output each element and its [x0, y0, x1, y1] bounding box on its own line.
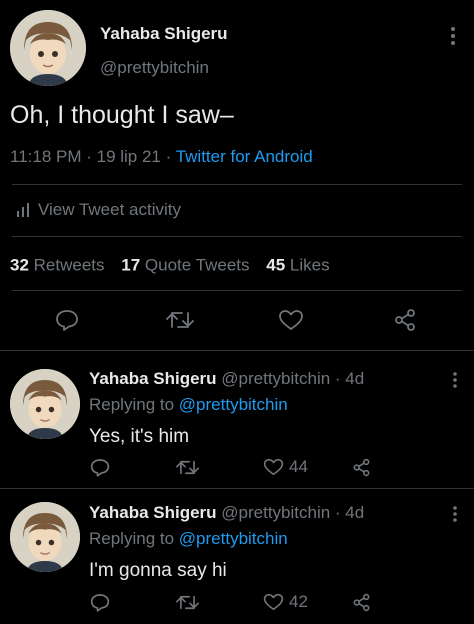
like-count: 42 [289, 592, 308, 611]
reply-text: Yes, it's him [89, 426, 190, 447]
main-tweet: Yahaba Shigeru @prettybitchin Oh, I thou… [0, 0, 474, 350]
avatar[interactable] [10, 10, 86, 86]
author-handle[interactable]: @prettybitchin [100, 58, 209, 78]
tweet-timestamp-row: 11:18 PM · 19 lip 21 · Twitter for Andro… [10, 147, 313, 167]
replying-to-link[interactable]: @prettybitchin [179, 529, 288, 548]
reply-icon[interactable] [90, 593, 110, 612]
reply-header: Yahaba Shigeru @prettybitchin · 4d [89, 503, 364, 523]
quotes-stat[interactable]: 17 Quote Tweets [121, 255, 254, 275]
avatar[interactable] [10, 369, 80, 439]
more-icon[interactable] [450, 26, 456, 46]
view-activity-label: View Tweet activity [38, 200, 181, 219]
retweets-label: Retweets [33, 255, 105, 275]
replying-to-row: Replying to @prettybitchin [89, 529, 288, 549]
divider [12, 236, 462, 237]
avatar[interactable] [10, 502, 80, 572]
like-count: 44 [289, 457, 308, 476]
retweet-icon[interactable] [166, 310, 194, 330]
like-button[interactable]: 42 [263, 592, 308, 612]
retweets-stat[interactable]: 32 Retweets [10, 255, 109, 275]
share-icon[interactable] [352, 458, 371, 477]
like-icon [263, 458, 284, 476]
like-icon[interactable] [278, 309, 304, 331]
more-icon[interactable] [452, 505, 458, 523]
share-icon[interactable] [352, 593, 371, 612]
reply-tweet[interactable]: Yahaba Shigeru @prettybitchin · 4d Reply… [0, 489, 474, 624]
reply-text: I'm gonna say hi [89, 560, 227, 581]
bar-chart-icon [16, 203, 30, 217]
divider [12, 184, 462, 185]
more-icon[interactable] [452, 371, 458, 389]
replying-to-link[interactable]: @prettybitchin [179, 395, 288, 414]
replying-to-prefix: Replying to [89, 395, 175, 414]
reply-header: Yahaba Shigeru @prettybitchin · 4d [89, 369, 364, 389]
share-icon[interactable] [393, 308, 417, 332]
retweets-count: 32 [10, 255, 29, 275]
reply-icon[interactable] [90, 458, 110, 477]
likes-count: 45 [266, 255, 286, 275]
likes-label: Likes [289, 255, 330, 275]
quotes-label: Quote Tweets [144, 255, 250, 275]
like-button[interactable]: 44 [263, 457, 308, 477]
reply-icon[interactable] [55, 309, 79, 331]
retweet-icon[interactable] [176, 459, 199, 476]
reply-author-name[interactable]: Yahaba Shigeru [89, 369, 217, 388]
tweet-text: Oh, I thought I saw– [10, 101, 234, 129]
quotes-count: 17 [121, 255, 141, 275]
reply-meta: @prettybitchin · 4d [221, 503, 365, 522]
replying-to-row: Replying to @prettybitchin [89, 395, 288, 415]
replying-to-prefix: Replying to [89, 529, 175, 548]
author-name[interactable]: Yahaba Shigeru [100, 24, 228, 44]
tweet-timestamp[interactable]: 11:18 PM · 19 lip 21 · [10, 147, 171, 166]
like-icon [263, 593, 284, 611]
reply-tweet[interactable]: Yahaba Shigeru @prettybitchin · 4d Reply… [0, 351, 474, 488]
reply-author-name[interactable]: Yahaba Shigeru [89, 503, 217, 522]
divider [12, 290, 462, 291]
reply-meta: @prettybitchin · 4d [221, 369, 365, 388]
stats-row: 32 Retweets 17 Quote Tweets 45 Likes [10, 255, 330, 276]
view-activity-row[interactable]: View Tweet activity [16, 200, 181, 220]
retweet-icon[interactable] [176, 594, 199, 611]
tweet-client-link[interactable]: Twitter for Android [176, 147, 313, 166]
likes-stat[interactable]: 45 Likes [266, 255, 330, 275]
